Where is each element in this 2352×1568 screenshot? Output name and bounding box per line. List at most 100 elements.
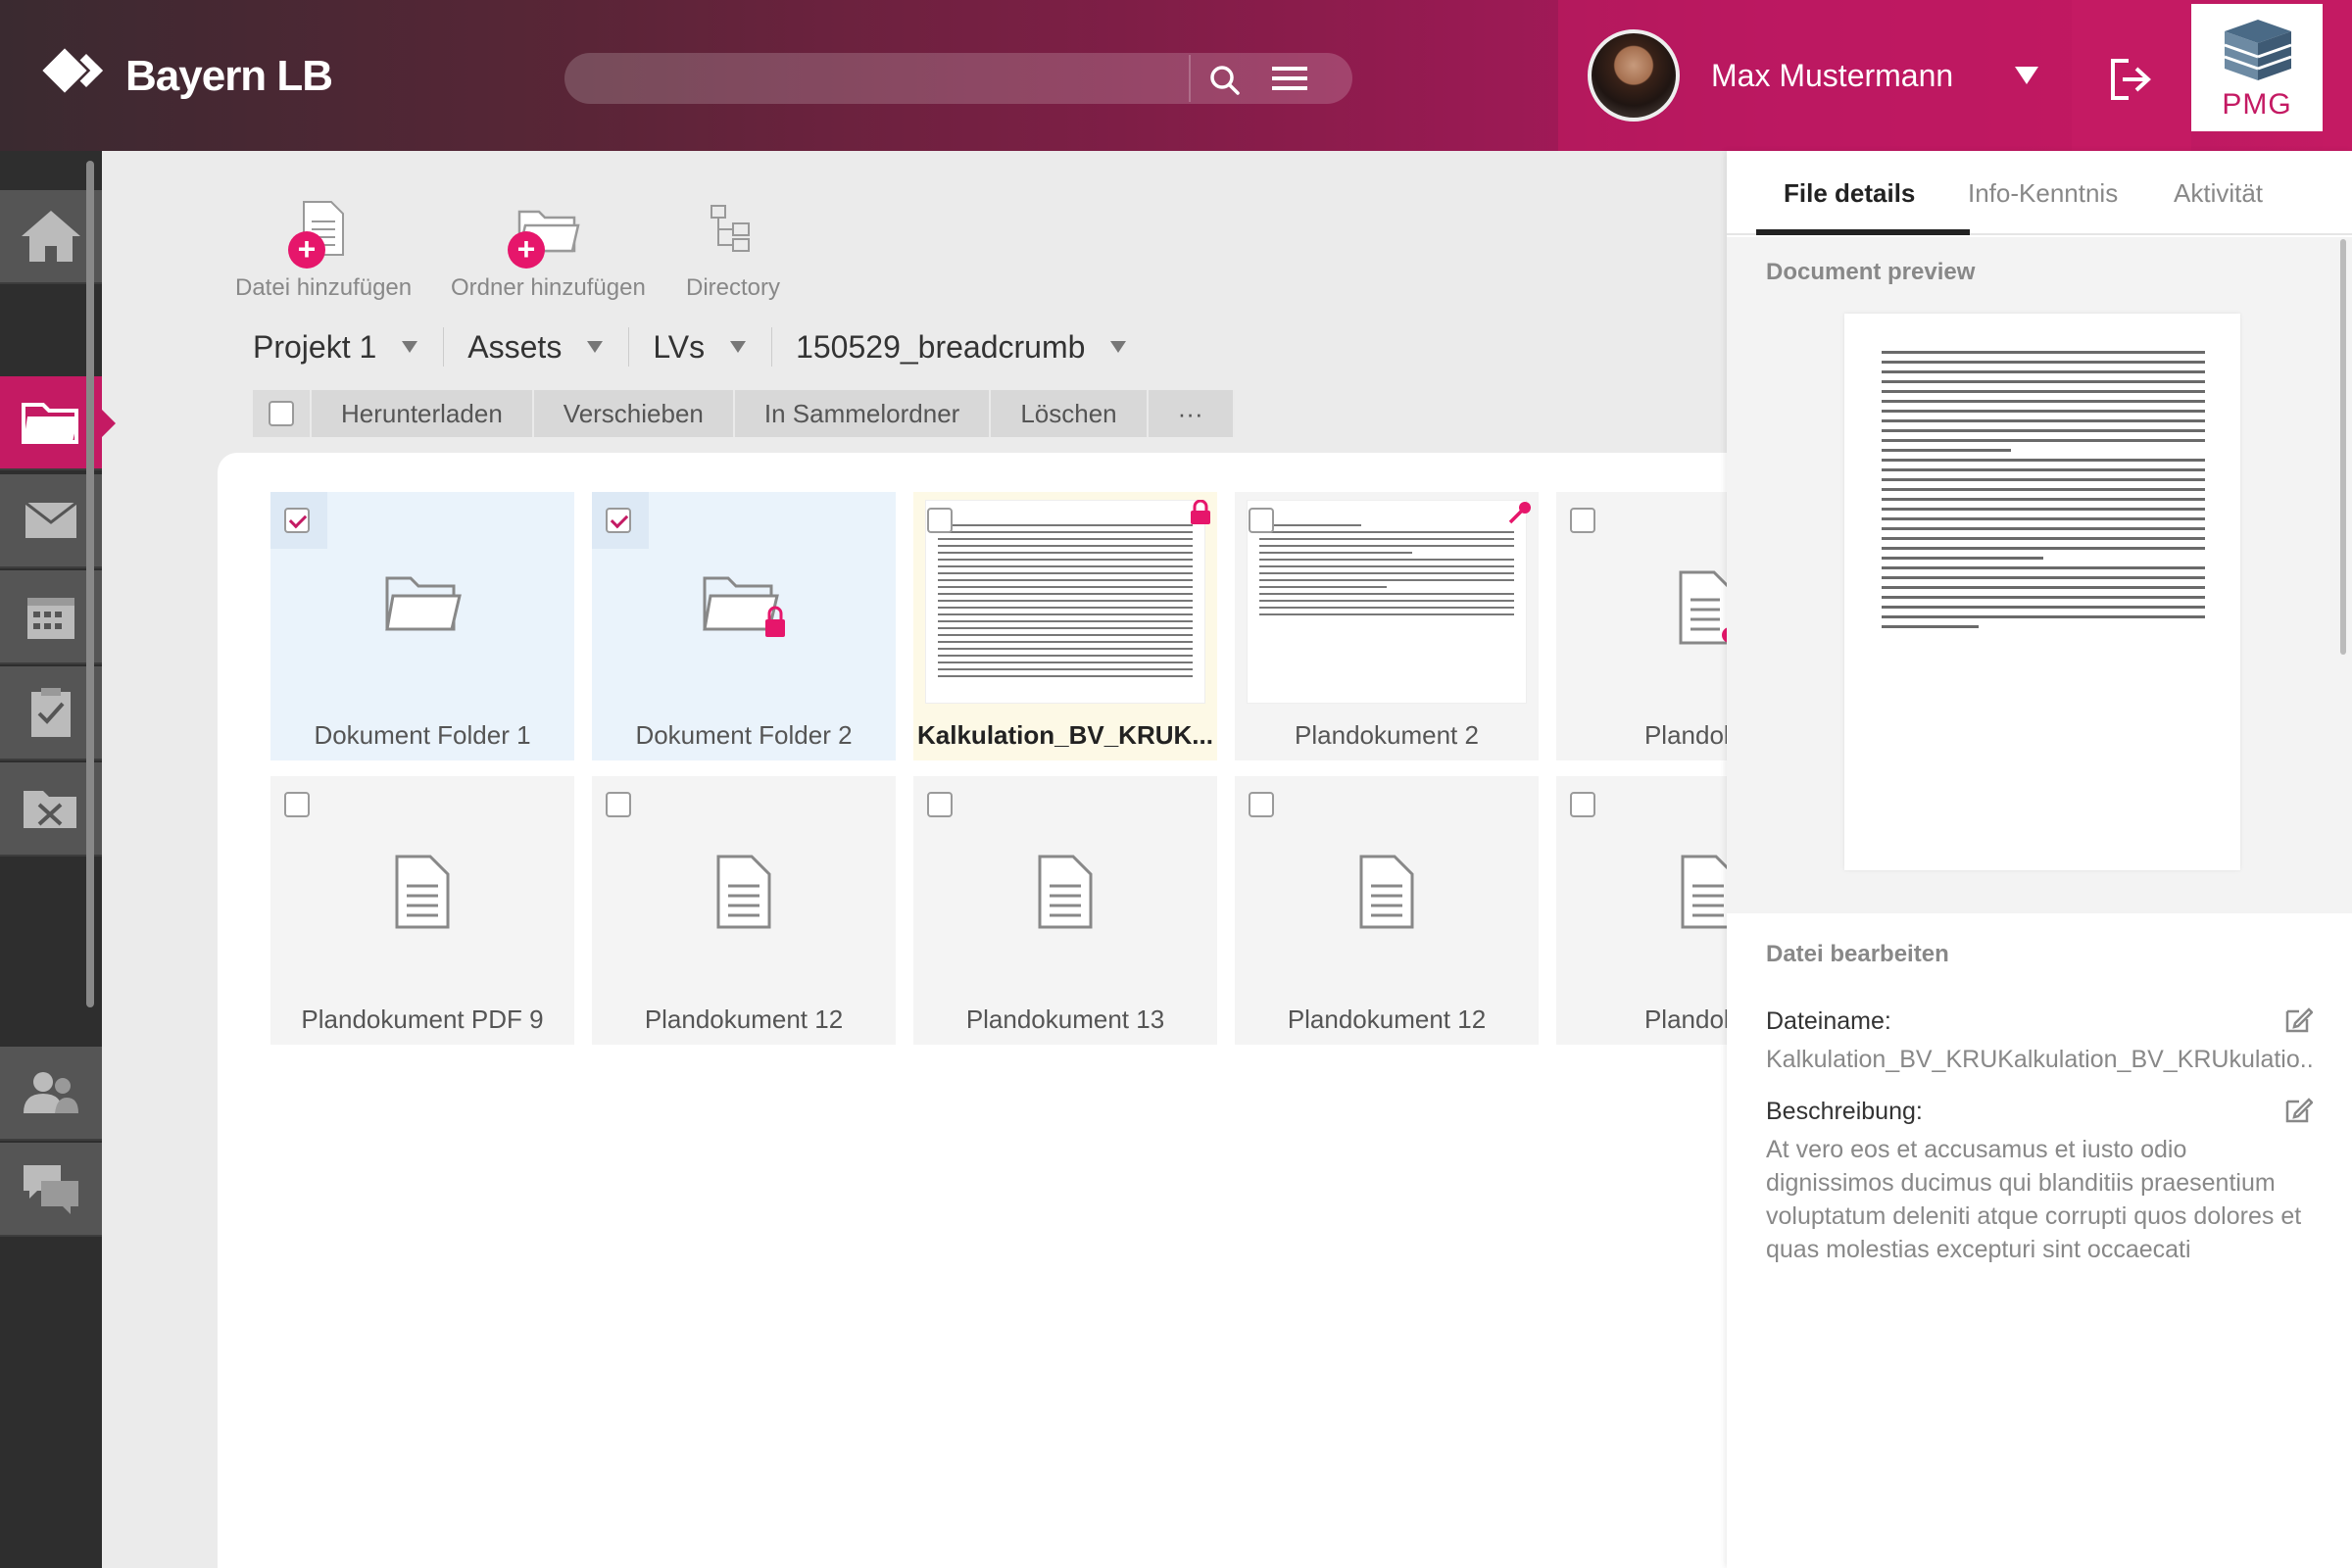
tile-checkbox[interactable] xyxy=(1570,792,1595,817)
preview-heading: Document preview xyxy=(1766,259,1976,285)
directory-tree-icon xyxy=(710,205,750,252)
divider xyxy=(628,327,630,367)
pmg-text: PMG xyxy=(2222,88,2292,121)
tab-file-details[interactable]: File details xyxy=(1784,178,1915,209)
tile-checkbox[interactable] xyxy=(284,792,310,817)
plus-icon: + xyxy=(508,231,545,269)
tile-checkbox[interactable] xyxy=(606,508,631,533)
document-thumbnail xyxy=(1247,500,1527,704)
avatar[interactable] xyxy=(1588,29,1680,122)
tile-checkbox[interactable] xyxy=(927,792,953,817)
lock-icon xyxy=(1191,500,1210,524)
tile-checkbox[interactable] xyxy=(1249,508,1274,533)
edit-icon[interactable] xyxy=(2283,1005,2313,1035)
breadcrumb: Projekt 1 Assets LVs 150529_breadcrumb xyxy=(253,327,1171,367)
left-scrollbar[interactable] xyxy=(86,161,94,1007)
add-folder-button[interactable]: + Ordner hinzufügen xyxy=(451,196,646,302)
user-menu[interactable]: Max Mustermann xyxy=(1558,0,2072,151)
tile-label: Plandokum xyxy=(1643,720,1727,750)
download-button[interactable]: Herunterladen xyxy=(312,390,534,437)
folder-tools-icon xyxy=(24,791,76,828)
users-icon xyxy=(24,1072,78,1113)
more-actions-button[interactable]: ··· xyxy=(1148,390,1235,437)
file-grid: Dokument Folder 1 Dokument Folder 2 Kalk… xyxy=(218,453,1727,1568)
panel-tabs: File details Info-Kenntnis Aktivität xyxy=(1727,151,2352,235)
bayernlb-logo[interactable]: Bayern LB xyxy=(42,48,333,104)
tile-checkbox[interactable] xyxy=(606,792,631,817)
panel-scrollbar[interactable] xyxy=(2340,239,2346,655)
search-icon[interactable] xyxy=(1207,63,1243,98)
action-bar: Herunterladen Verschieben In Sammelordne… xyxy=(253,390,1235,437)
user-name[interactable]: Max Mustermann xyxy=(1711,58,1953,94)
folder-icon xyxy=(22,403,78,444)
add-file-button[interactable]: + Datei hinzufügen xyxy=(235,196,412,302)
nav-users[interactable] xyxy=(0,1047,102,1141)
document-tile[interactable]: Plandokum xyxy=(1556,492,1727,760)
document-preview-page[interactable] xyxy=(1844,314,2240,870)
caret-down-icon xyxy=(402,341,418,353)
document-tile[interactable]: Plandokum xyxy=(1556,776,1727,1045)
folder-tile[interactable]: Dokument Folder 2 xyxy=(592,492,896,760)
search-input[interactable] xyxy=(564,53,1192,104)
tile-label: Dokument Folder 1 xyxy=(314,720,531,750)
breadcrumb-item[interactable]: Projekt 1 xyxy=(253,328,418,366)
file-icon xyxy=(395,855,450,929)
move-button[interactable]: Verschieben xyxy=(533,390,735,437)
document-preview-area: Document preview xyxy=(1727,237,2352,913)
logout-button[interactable] xyxy=(2072,0,2191,151)
logout-icon xyxy=(2111,59,2151,100)
file-details-panel: File details Info-Kenntnis Aktivität Doc… xyxy=(1727,151,2352,1568)
tile-checkbox[interactable] xyxy=(284,508,310,533)
filename-label: Dateiname: xyxy=(1766,1007,1891,1035)
tab-aktivitaet[interactable]: Aktivität xyxy=(2174,178,2263,209)
document-tile[interactable]: Kalkulation_BV_KRUK... xyxy=(913,492,1217,760)
edit-heading: Datei bearbeiten xyxy=(1766,941,1949,967)
key-icon xyxy=(1508,502,1531,524)
file-icon xyxy=(1681,855,1727,929)
document-tile[interactable]: Plandokument 2 xyxy=(1235,492,1539,760)
pmg-logo: PMG xyxy=(2191,4,2323,131)
nav-chat[interactable] xyxy=(0,1143,102,1237)
document-tile[interactable]: Plandokument PDF 9 xyxy=(270,776,574,1045)
file-icon xyxy=(1038,855,1093,929)
hamburger-menu-icon[interactable] xyxy=(1270,61,1309,96)
breadcrumb-label: LVs xyxy=(653,328,706,365)
directory-button[interactable]: Directory xyxy=(686,196,780,302)
add-file-label: Datei hinzufügen xyxy=(235,274,413,301)
filename-value[interactable]: Kalkulation_BV_KRUKalkulation_BV_KRUkula… xyxy=(1766,1043,2315,1076)
tile-label: Plandokument 13 xyxy=(965,1004,1165,1034)
breadcrumb-item[interactable]: LVs xyxy=(653,328,747,366)
collect-folder-button[interactable]: In Sammelordner xyxy=(734,390,992,437)
tile-label: Dokument Folder 2 xyxy=(635,720,853,750)
header-edge xyxy=(2323,0,2352,151)
description-label: Beschreibung: xyxy=(1766,1098,1923,1125)
tile-checkbox[interactable] xyxy=(1249,792,1274,817)
document-tile[interactable]: Plandokument 12 xyxy=(1235,776,1539,1045)
tile-checkbox[interactable] xyxy=(927,508,953,533)
top-header: Bayern LB Max Mustermann PMG xyxy=(0,0,2352,151)
document-tile[interactable]: Plandokument 12 xyxy=(592,776,896,1045)
tile-checkbox[interactable] xyxy=(1570,508,1595,533)
logo-mark-icon xyxy=(42,48,108,104)
caret-down-icon xyxy=(730,341,747,353)
file-error-icon xyxy=(1679,570,1727,645)
description-value[interactable]: At vero eos et accusamus et iusto odio d… xyxy=(1766,1133,2315,1266)
edit-icon[interactable] xyxy=(2283,1096,2313,1125)
tab-info-kenntnis[interactable]: Info-Kenntnis xyxy=(1968,178,2118,209)
caret-down-icon xyxy=(1110,341,1127,353)
clipboard-check-icon xyxy=(31,688,71,737)
folder-tile[interactable]: Dokument Folder 1 xyxy=(270,492,574,760)
delete-button[interactable]: Löschen xyxy=(991,390,1149,437)
document-tile[interactable]: Plandokument 13 xyxy=(913,776,1217,1045)
breadcrumb-item[interactable]: 150529_breadcrumb xyxy=(796,329,1127,366)
add-folder-label: Ordner hinzufügen xyxy=(451,274,646,301)
breadcrumb-item[interactable]: Assets xyxy=(467,329,604,366)
chevron-down-icon[interactable] xyxy=(2015,67,2038,84)
home-icon xyxy=(22,211,80,262)
document-thumbnail xyxy=(925,500,1205,704)
select-all-checkbox[interactable] xyxy=(253,390,312,437)
active-tab-indicator xyxy=(1756,229,1970,235)
tile-label: Plandokument 12 xyxy=(1287,1004,1487,1034)
checkbox[interactable] xyxy=(269,401,294,426)
breadcrumb-label: Projekt 1 xyxy=(253,328,377,365)
